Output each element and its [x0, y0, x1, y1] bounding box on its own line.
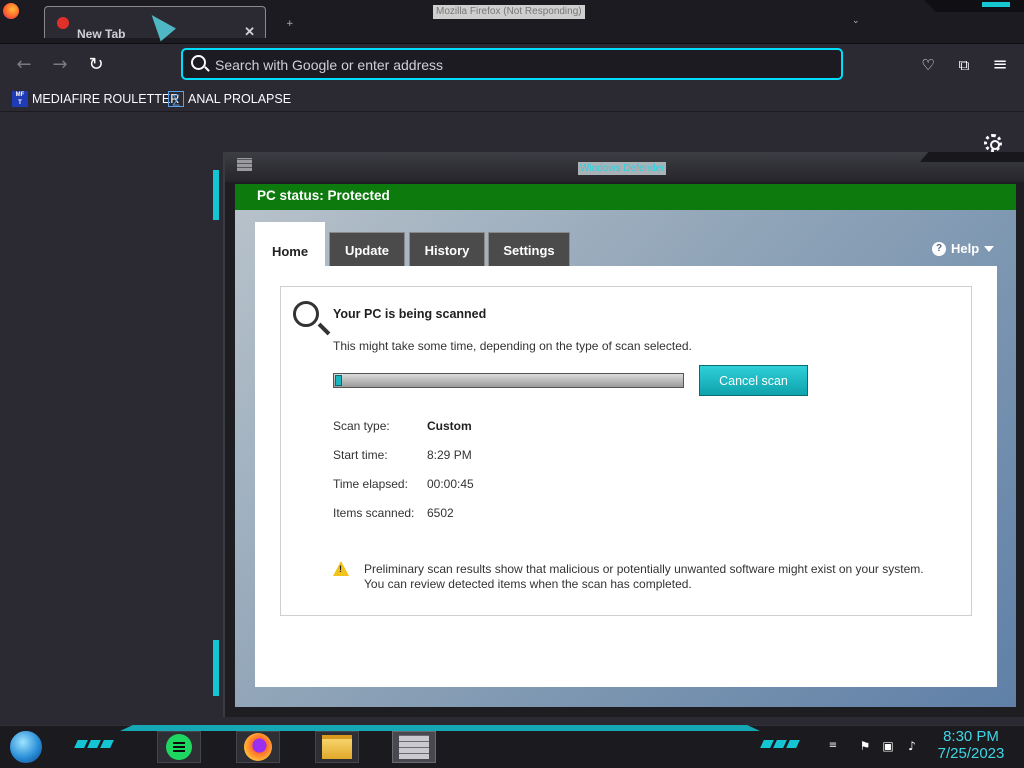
scan-type-value: Custom: [427, 419, 472, 433]
items-scanned-label: Items scanned:: [333, 506, 415, 520]
tab-history[interactable]: History: [409, 232, 485, 266]
scan-warning: Preliminary scan results show that malic…: [364, 562, 954, 592]
titlebar-decoration: [924, 0, 1024, 12]
firefox-icon: [244, 733, 272, 761]
url-input[interactable]: [215, 54, 815, 76]
scan-subtext: This might take some time, depending on …: [333, 339, 692, 353]
frame-decoration: [920, 152, 1024, 162]
taskbar-app-file-explorer[interactable]: [315, 731, 359, 763]
help-icon: ?: [932, 241, 946, 256]
start-button[interactable]: [8, 729, 44, 765]
time-elapsed-value: 00:00:45: [427, 477, 474, 491]
bookmark-mediafire[interactable]: MF T MEDIAFIRE ROULETTER: [12, 90, 179, 108]
windows-defender-icon: [237, 158, 252, 171]
scan-status-box: Your PC is being scanned This might take…: [280, 286, 972, 616]
clock-date: 7/25/2023: [937, 745, 1005, 762]
items-scanned-value: 6502: [427, 506, 454, 520]
bookmarks-toolbar: MF T MEDIAFIRE ROULETTER ∑ ANAL PROLAPSE: [0, 86, 1024, 112]
taskbar-decoration: [74, 740, 114, 748]
magnifier-icon: [293, 301, 319, 327]
bookmark-label: ANAL PROLAPSE: [188, 92, 292, 106]
tab-settings[interactable]: Settings: [488, 232, 570, 266]
taskbar-app-spotify[interactable]: [157, 731, 201, 763]
scan-progress-fill: [335, 375, 342, 386]
volume-icon[interactable]: ♪: [905, 739, 919, 753]
frame-accent-light: [213, 170, 219, 220]
spotify-icon: [166, 734, 192, 760]
start-time-value: 8:29 PM: [427, 448, 472, 462]
tab-favicon-icon: [57, 17, 69, 29]
time-elapsed-label: Time elapsed:: [333, 477, 408, 491]
clock-time: 8:30 PM: [943, 728, 999, 745]
pc-status-bar: PC status: Protected: [235, 184, 1016, 210]
chevron-down-icon: [984, 245, 995, 252]
start-time-label: Start time:: [333, 448, 388, 462]
extensions-icon[interactable]: ⧉: [951, 52, 977, 78]
settings-gear-icon[interactable]: [984, 134, 1002, 152]
taskbar-clock[interactable]: 8:30 PM 7/25/2023: [936, 728, 1006, 763]
warning-icon: !: [333, 561, 349, 576]
navigation-toolbar: ← → ↻ ♡ ⧉ ≡: [0, 44, 1024, 86]
menu-icon[interactable]: ≡: [987, 52, 1013, 78]
tab-home[interactable]: Home: [255, 222, 325, 268]
address-bar[interactable]: [181, 48, 843, 80]
tab-update[interactable]: Update: [329, 232, 405, 266]
windows-defender-icon: [399, 735, 429, 759]
reload-icon[interactable]: ↻: [83, 52, 109, 78]
pocket-icon[interactable]: ♡: [915, 52, 941, 78]
back-icon[interactable]: ←: [11, 52, 37, 78]
window-status-title: Mozilla Firefox (Not Responding): [433, 5, 585, 19]
file-explorer-icon: [322, 735, 352, 759]
mediafire-icon: MF T: [12, 91, 28, 107]
search-icon: [191, 55, 206, 70]
scan-progress-bar: [333, 373, 684, 388]
taskbar-app-firefox[interactable]: [236, 731, 280, 763]
bookmark-sigma[interactable]: ∑ ANAL PROLAPSE: [168, 90, 291, 108]
help-label: Help: [951, 241, 980, 256]
frame-accent-light: [213, 640, 219, 696]
scan-warning-line1: Preliminary scan results show that malic…: [364, 562, 924, 576]
browser-titlebar: New Tab ✕ + Mozilla Firefox (Not Respond…: [0, 0, 1024, 44]
defender-body: PC status: Protected Home Update History…: [235, 184, 1016, 707]
forward-icon[interactable]: →: [47, 52, 73, 78]
help-menu[interactable]: ? Help: [932, 241, 995, 256]
taskbar-decoration: [760, 740, 800, 748]
bookmark-label: MEDIAFIRE ROULETTER: [32, 92, 180, 106]
pc-status-text: PC status: Protected: [257, 188, 390, 203]
scan-type-label: Scan type:: [333, 419, 390, 433]
taskbar-accent-strip: [120, 725, 760, 731]
list-tabs-icon[interactable]: ⌄: [852, 16, 860, 26]
network-icon[interactable]: ▣: [881, 739, 895, 753]
firefox-icon[interactable]: [3, 3, 19, 19]
scan-heading: Your PC is being scanned: [333, 307, 487, 321]
scan-warning-line2: You can review detected items when the s…: [364, 577, 692, 591]
tray-overflow-icon[interactable]: ≡: [826, 739, 840, 753]
taskbar-app-windows-defender[interactable]: [392, 731, 436, 763]
cancel-scan-button[interactable]: Cancel scan: [699, 365, 808, 396]
sigma-icon: ∑: [168, 91, 184, 107]
new-tab-icon[interactable]: +: [286, 19, 294, 29]
action-center-flag-icon[interactable]: ⚑: [858, 739, 872, 753]
defender-window-title: Windows Defender: [578, 162, 667, 175]
